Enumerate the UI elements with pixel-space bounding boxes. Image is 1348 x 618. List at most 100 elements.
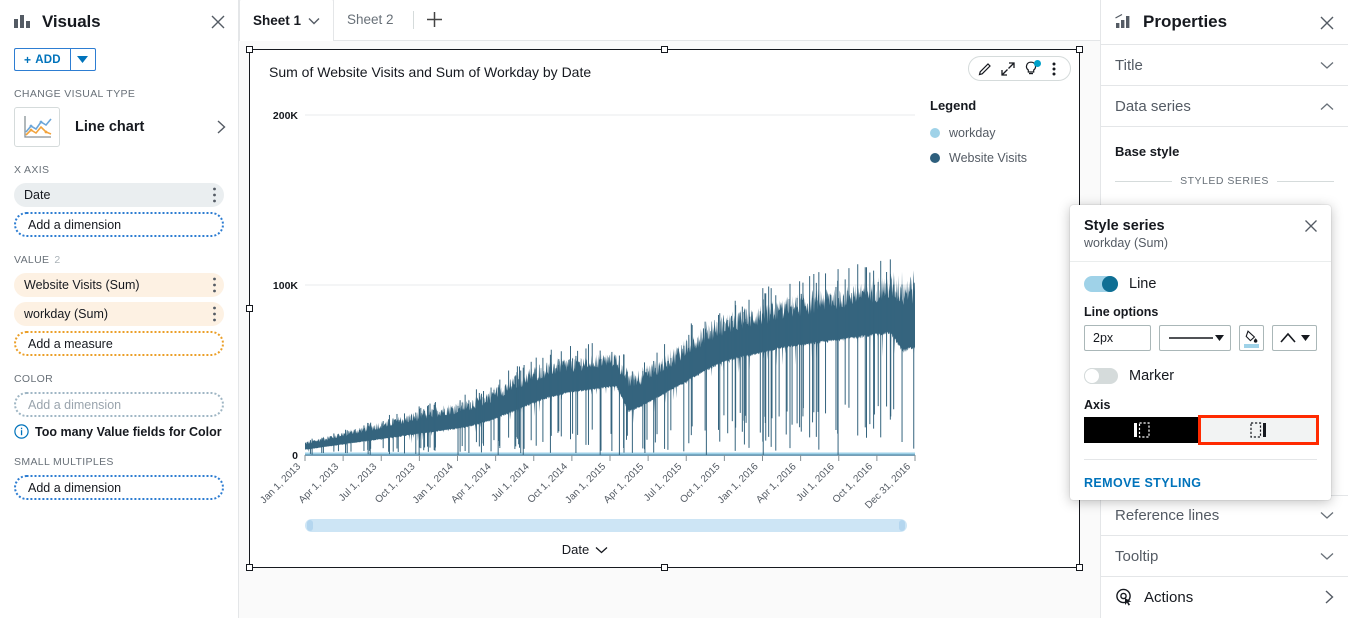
field-pill-website-visits[interactable]: Website Visits (Sum)	[14, 273, 224, 297]
line-style-select[interactable]	[1159, 325, 1231, 351]
line-width-input[interactable]: 2px	[1084, 325, 1151, 351]
edit-pencil-icon[interactable]	[975, 59, 995, 79]
chevron-down-icon[interactable]	[308, 17, 320, 25]
dropzone-x-axis[interactable]: Add a dimension	[14, 212, 224, 237]
visual-title: Sum of Website Visits and Sum of Workday…	[269, 64, 591, 80]
visuals-panel-title: Visuals	[42, 12, 101, 32]
resize-handle-bottom-right[interactable]	[1076, 564, 1083, 571]
visuals-panel-header: Visuals	[0, 0, 238, 44]
chevron-down-icon	[1320, 511, 1334, 520]
add-visual-label: ADD	[35, 54, 61, 66]
tab-sheet-2[interactable]: Sheet 2	[334, 0, 407, 40]
close-icon[interactable]	[208, 12, 228, 32]
field-pill-label: Website Visits (Sum)	[24, 278, 140, 292]
kebab-menu-icon[interactable]	[213, 277, 216, 293]
x-axis-title[interactable]: Date	[250, 542, 920, 557]
value-count: 2	[54, 254, 60, 266]
chevron-right-icon	[217, 120, 226, 134]
axis-right-button[interactable]	[1200, 417, 1318, 443]
chevron-up-icon	[1320, 102, 1334, 111]
expand-arrows-icon[interactable]	[998, 59, 1018, 79]
resize-handle-top-right[interactable]	[1076, 46, 1083, 53]
axis-left-button[interactable]	[1084, 417, 1200, 443]
scrollbar-handle-right[interactable]	[899, 520, 905, 531]
close-icon[interactable]	[1302, 217, 1320, 235]
x-axis-ticks: Jan 1, 2013Apr 1, 2013Jul 1, 2013Oct 1, …	[258, 455, 915, 510]
properties-chart-icon	[1115, 14, 1134, 31]
svg-text:Apr 1, 2016: Apr 1, 2016	[754, 461, 799, 506]
marker-toggle[interactable]	[1084, 368, 1118, 384]
line-toggle[interactable]	[1084, 276, 1118, 292]
svg-text:Jan 1, 2014: Jan 1, 2014	[411, 461, 456, 506]
section-label: Reference lines	[1115, 507, 1219, 524]
visuals-panel: Visuals + ADD CHANGE VISUAL TYPE	[0, 0, 239, 618]
line-color-button[interactable]	[1239, 325, 1264, 351]
line-color-swatch	[1244, 344, 1259, 348]
properties-section-reference-lines[interactable]: Reference lines	[1101, 495, 1348, 536]
kebab-menu-icon[interactable]	[213, 306, 216, 322]
dropzone-value[interactable]: Add a measure	[14, 331, 224, 356]
chevron-down-icon[interactable]	[595, 546, 608, 554]
visual-type-selector[interactable]: Line chart	[0, 107, 238, 147]
resize-handle-bottom-left[interactable]	[246, 564, 253, 571]
legend-item-website-visits[interactable]: Website Visits	[930, 151, 1080, 165]
chart-legend: Legend workday Website Visits	[930, 98, 1080, 176]
resize-handle-top-center[interactable]	[661, 46, 668, 53]
scrollbar-handle-left[interactable]	[307, 520, 313, 531]
caret-down-icon	[77, 56, 88, 63]
sheet-area: Sheet 1 Sheet 2 Su	[239, 0, 1100, 618]
chevron-down-icon	[1320, 552, 1334, 561]
popover-header: Style series workday (Sum)	[1070, 205, 1331, 262]
line-width-value: 2px	[1093, 331, 1113, 345]
resize-handle-bottom-center[interactable]	[661, 564, 668, 571]
field-pill-date[interactable]: Date	[14, 183, 224, 207]
add-visual-row: + ADD	[0, 44, 238, 71]
line-chart-svg: 200K 100K 0 Jan 1, 2013Apr 1, 2013Jul 1,…	[250, 90, 920, 510]
close-icon[interactable]	[1317, 13, 1337, 33]
remove-styling-link[interactable]: REMOVE STYLING	[1084, 476, 1317, 490]
field-pill-label: Date	[24, 188, 50, 202]
add-visual-button[interactable]: + ADD	[14, 48, 70, 71]
legend-swatch-icon	[930, 128, 940, 138]
dropzone-label: Add a dimension	[28, 218, 121, 232]
chevron-right-icon	[1325, 590, 1334, 604]
kebab-menu-icon[interactable]	[1044, 59, 1064, 79]
visual-container[interactable]: Sum of Website Visits and Sum of Workday…	[249, 49, 1080, 568]
svg-text:Jan 1, 2013: Jan 1, 2013	[258, 461, 303, 506]
tab-label: Sheet 1	[253, 13, 301, 28]
info-icon	[14, 424, 29, 439]
insight-bulb-icon[interactable]	[1021, 59, 1041, 79]
resize-handle-top-left[interactable]	[246, 46, 253, 53]
dropzone-small-multiples[interactable]: Add a dimension	[14, 475, 224, 500]
field-pill-label: workday (Sum)	[24, 307, 108, 321]
ytick-label-100k: 100K	[273, 280, 299, 292]
line-shape-select[interactable]	[1272, 325, 1317, 351]
left-axis-icon	[1133, 422, 1150, 438]
properties-section-data-series[interactable]: Data series	[1101, 86, 1348, 127]
add-visual-dropdown[interactable]	[70, 48, 96, 71]
color-warning-text: Too many Value fields for Color	[35, 425, 222, 439]
field-pill-workday[interactable]: workday (Sum)	[14, 302, 224, 326]
svg-text:Jan 1, 2015: Jan 1, 2015	[563, 461, 608, 506]
properties-section-title[interactable]: Title	[1101, 45, 1348, 86]
properties-panel-title: Properties	[1143, 12, 1227, 32]
kebab-menu-icon[interactable]	[213, 187, 216, 203]
plus-icon: +	[24, 53, 31, 67]
properties-section-actions[interactable]: Actions	[1101, 577, 1348, 617]
sheet-tab-bar: Sheet 1 Sheet 2	[239, 0, 1100, 41]
insight-notification-dot	[1034, 60, 1041, 67]
legend-item-label: workday	[949, 126, 996, 140]
date-range-scrollbar[interactable]	[305, 519, 907, 532]
chart-plot-area[interactable]: 200K 100K 0 Jan 1, 2013Apr 1, 2013Jul 1,…	[250, 90, 920, 510]
section-label: Tooltip	[1115, 548, 1158, 565]
dropzone-color[interactable]: Add a dimension	[14, 392, 224, 417]
section-label: Data series	[1115, 98, 1191, 115]
styled-series-label: STYLED SERIES	[1180, 175, 1269, 187]
legend-item-workday[interactable]: workday	[930, 126, 1080, 140]
svg-text:Apr 1, 2013: Apr 1, 2013	[297, 461, 342, 506]
tab-sheet-1[interactable]: Sheet 1	[239, 0, 334, 41]
caret-down-icon	[1215, 335, 1224, 341]
add-sheet-button[interactable]	[422, 0, 448, 40]
dropzone-label: Add a dimension	[28, 481, 121, 495]
properties-section-tooltip[interactable]: Tooltip	[1101, 536, 1348, 577]
